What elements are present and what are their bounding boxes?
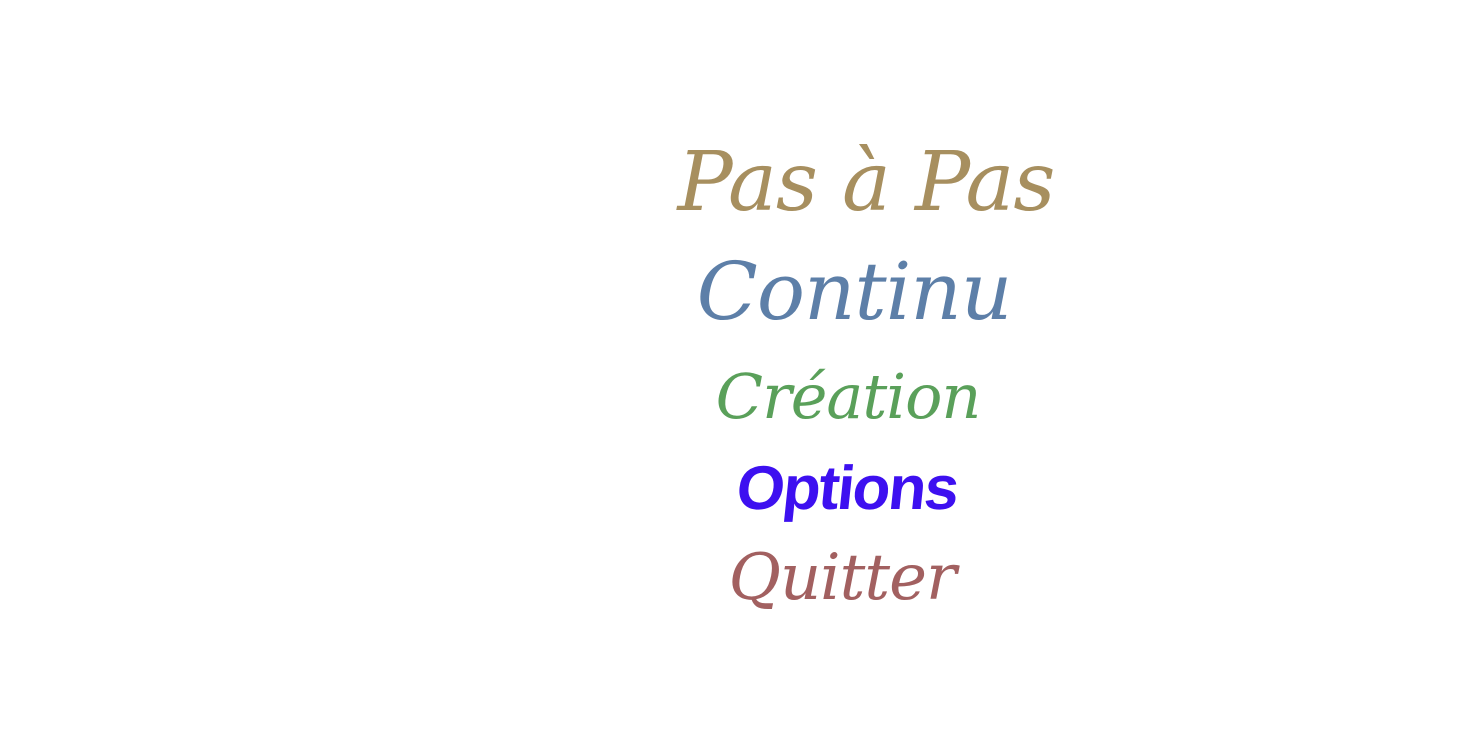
menu-item-creation[interactable]: Création [716,366,982,428]
main-menu-screen: Pas à Pas Continu Création Options Quitt… [0,0,1470,750]
menu-item-quitter[interactable]: Quitter [728,546,956,610]
menu-item-pas-a-pas[interactable]: Pas à Pas [678,142,1056,224]
menu-item-continu[interactable]: Continu [697,252,1013,332]
menu-item-options[interactable]: Options [733,454,960,523]
